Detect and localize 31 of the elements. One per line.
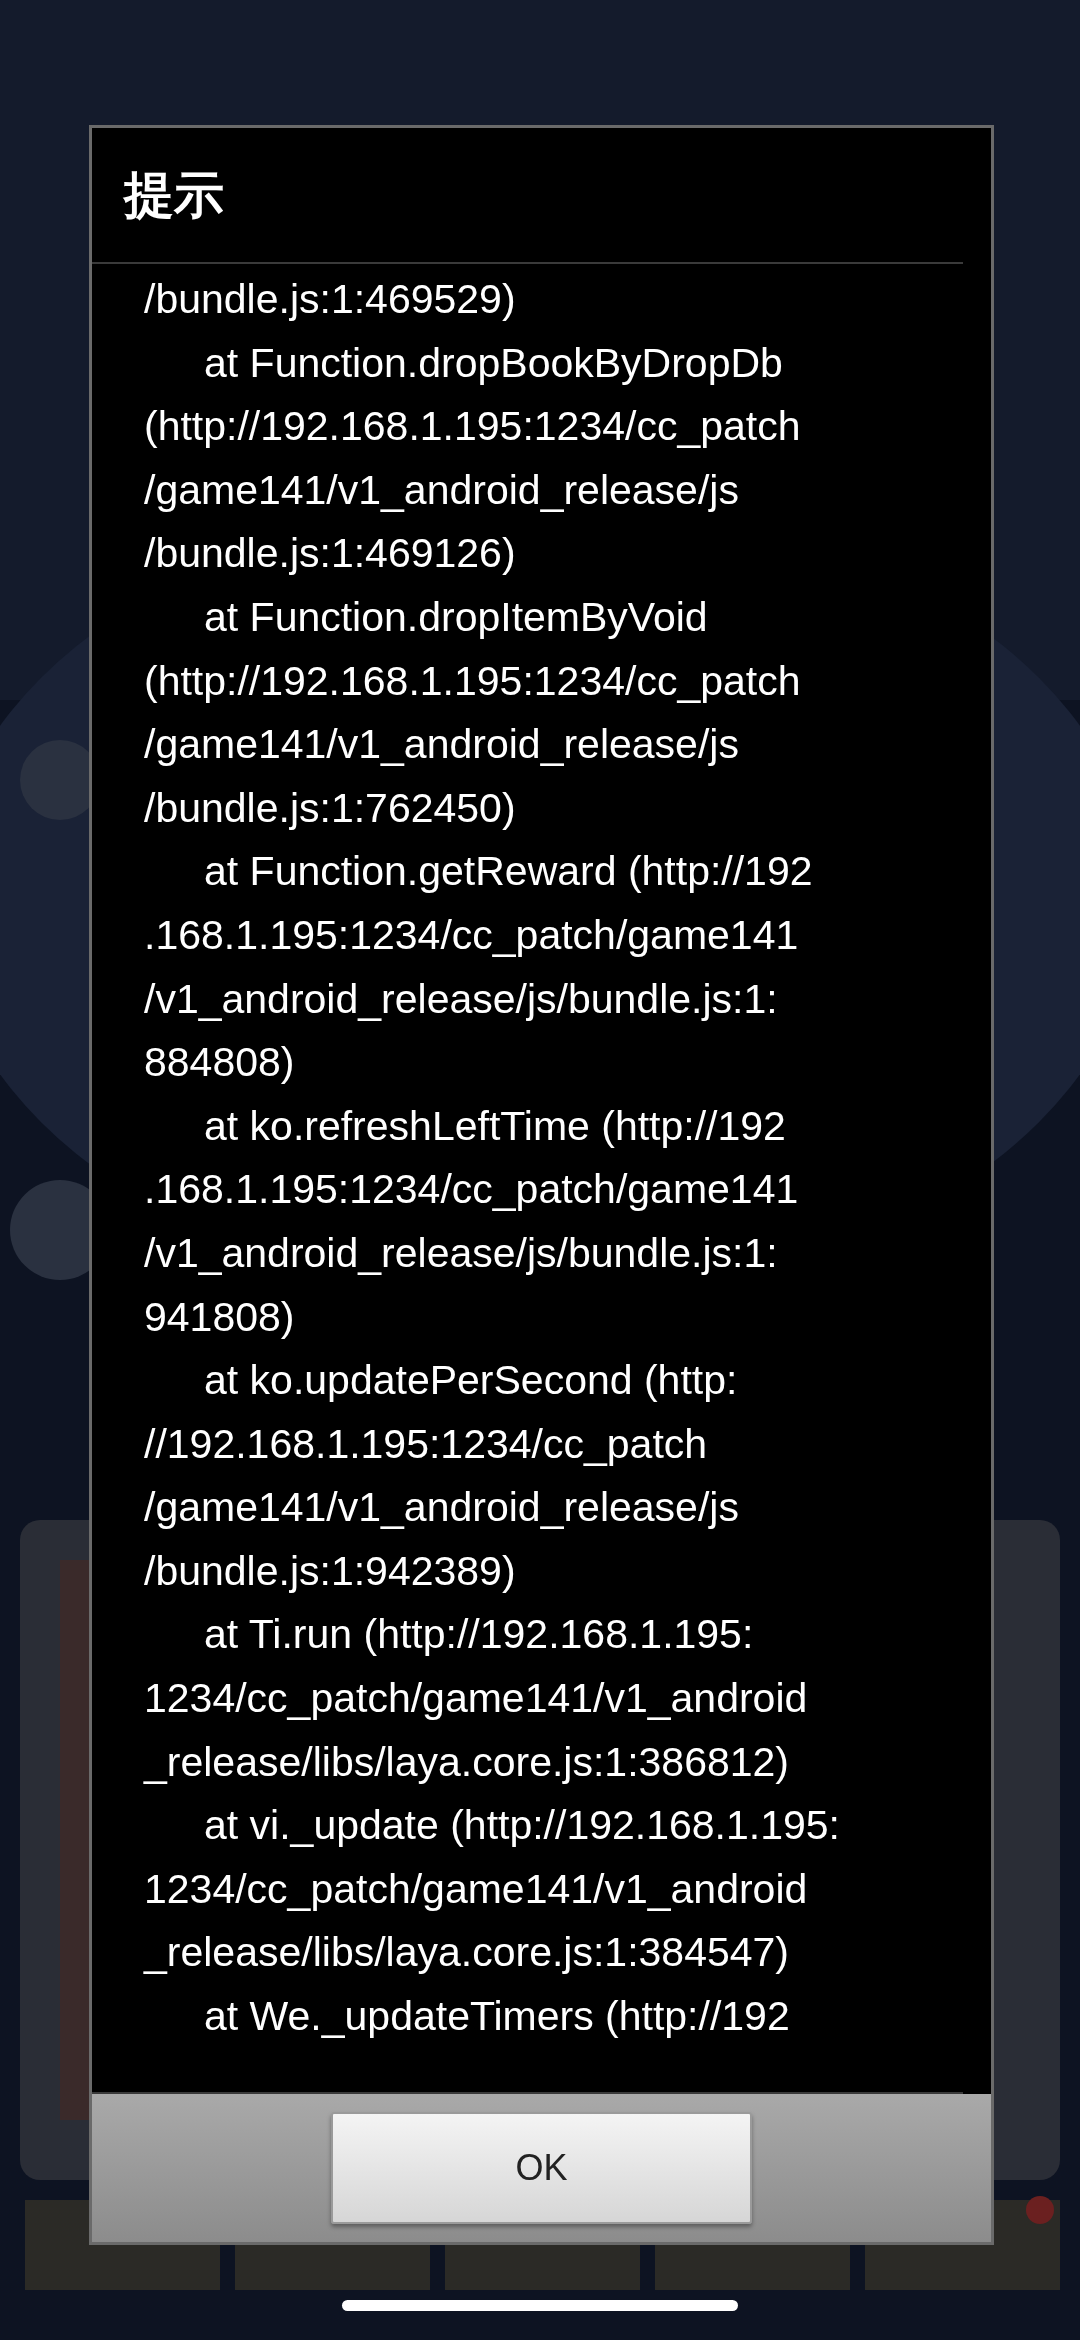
stack-trace-line: at Function.getReward (http://192: [203, 847, 813, 897]
stack-trace-line: 884808): [144, 1038, 295, 1088]
stack-trace-line: at Function.dropItemByVoid: [203, 592, 708, 642]
stack-trace-line: 941808): [144, 1292, 295, 1342]
stack-trace-line: at Ti.run (http://192.168.1.195:: [203, 1610, 754, 1660]
stack-trace-line: .168.1.195:1234/cc_patch/game141: [144, 1165, 799, 1215]
stack-trace-line: /bundle.js:1:762450): [144, 783, 516, 833]
ok-button[interactable]: OK: [331, 2112, 752, 2224]
stack-trace-line: /game141/v1_android_release/js: [144, 465, 739, 515]
stack-trace-line: 1234/cc_patch/game141/v1_android: [144, 1864, 808, 1914]
stack-trace-line: //192.168.1.195:1234/cc_patch: [144, 1419, 708, 1469]
home-indicator[interactable]: [342, 2300, 738, 2311]
stack-trace-line: /bundle.js:1:469529): [144, 275, 516, 324]
stack-trace-line: (http://192.168.1.195:1234/cc_patch: [144, 656, 801, 706]
stack-trace-line: /game141/v1_android_release/js: [144, 720, 739, 770]
stack-trace-line: /v1_android_release/js/bundle.js:1:: [144, 1228, 778, 1278]
stack-trace-line: (http://192.168.1.195:1234/cc_patch: [144, 402, 801, 452]
stack-trace-line: 1234/cc_patch/game141/v1_android: [144, 1674, 808, 1724]
stack-trace-line: at vi._update (http://192.168.1.195:: [203, 1801, 840, 1851]
stack-trace-line: at ko.refreshLeftTime (http://192: [203, 1101, 786, 1151]
stack-trace-line: /v1_android_release/js/bundle.js:1:: [144, 974, 778, 1024]
stack-trace-line: at Function.dropBookByDropDb: [203, 338, 783, 388]
stack-trace-line: _release/libs/laya.core.js:1:384547): [144, 1928, 789, 1978]
stack-trace-line: at ko.updatePerSecond (http:: [203, 1356, 738, 1406]
stack-trace-line: /game141/v1_android_release/js: [144, 1483, 739, 1533]
stack-trace-line: .168.1.195:1234/cc_patch/game141: [144, 910, 799, 960]
stack-trace-line: _release/libs/laya.core.js:1:386812): [144, 1737, 789, 1787]
dialog-title: 提示: [92, 128, 963, 264]
stack-trace-line: /bundle.js:1:942389): [144, 1546, 516, 1596]
stack-trace-line: at We._updateTimers (http://192: [203, 1992, 790, 2042]
stack-trace-line: /bundle.js:1:469126): [144, 529, 516, 579]
